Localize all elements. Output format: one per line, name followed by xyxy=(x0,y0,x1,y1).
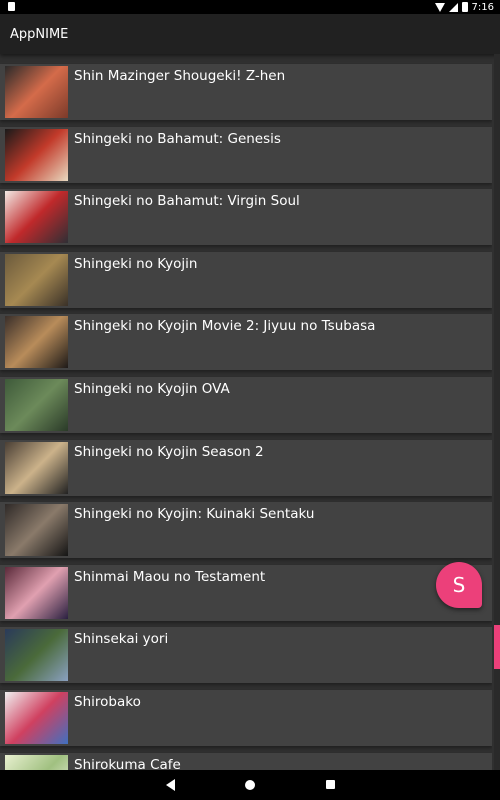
anime-list-item[interactable]: Shirobako xyxy=(0,690,492,746)
anime-title: Shirobako xyxy=(74,694,141,710)
anime-title: Shingeki no Bahamut: Genesis xyxy=(74,130,281,147)
anime-title: Shin Mazinger Shougeki! Z-hen xyxy=(74,68,286,84)
fast-scroll-letter-button[interactable]: S xyxy=(436,562,482,608)
app-bar: AppNIME xyxy=(0,14,500,54)
anime-list-item[interactable]: Shinsekai yori xyxy=(0,627,492,684)
anime-thumbnail xyxy=(5,253,68,306)
anime-title: Shingeki no Kyojin xyxy=(74,255,198,272)
anime-thumbnail xyxy=(5,566,68,619)
status-time: 7:16 xyxy=(471,1,494,13)
scrollbar[interactable] xyxy=(494,54,500,770)
anime-list-item[interactable]: Shin Mazinger Shougeki! Z-hen xyxy=(0,64,492,120)
anime-list-item[interactable]: Shingeki no Kyojin Movie 2: Jiyuu no Tsu… xyxy=(0,314,492,371)
status-bar: 7:16 xyxy=(0,0,500,14)
back-icon[interactable] xyxy=(166,779,175,791)
anime-list-item[interactable]: Shingeki no Kyojin Season 2 xyxy=(0,439,492,496)
anime-thumbnail xyxy=(5,692,68,744)
anime-thumbnail xyxy=(5,66,68,118)
status-icons: 7:16 xyxy=(434,0,494,14)
anime-title: Shinsekai yori xyxy=(74,631,169,648)
anime-list-item[interactable]: Shingeki no Kyojin OVA xyxy=(0,377,492,433)
home-icon[interactable] xyxy=(245,780,255,790)
anime-title: Shingeki no Kyojin OVA xyxy=(74,381,230,397)
signal-icon xyxy=(448,2,458,12)
anime-title: Shinmai Maou no Testament xyxy=(74,568,266,585)
anime-thumbnail xyxy=(5,316,68,369)
anime-title: Shingeki no Bahamut: Virgin Soul xyxy=(74,193,300,210)
fab-letter: S xyxy=(452,573,466,597)
anime-thumbnail xyxy=(5,504,68,557)
notification-icon xyxy=(8,2,15,11)
anime-list[interactable]: Shin Mazinger Shougeki! Z-hen Shingeki no… xyxy=(0,54,492,770)
anime-title: Shingeki no Kyojin Movie 2: Jiyuu no Tsu… xyxy=(74,318,376,335)
anime-thumbnail xyxy=(5,191,68,244)
anime-list-item[interactable]: Shingeki no Kyojin: Kuinaki Sentaku xyxy=(0,502,492,559)
anime-thumbnail xyxy=(5,754,68,770)
scrollbar-thumb[interactable] xyxy=(494,625,500,670)
anime-title: Shingeki no Kyojin: Kuinaki Sentaku xyxy=(74,506,315,523)
battery-icon xyxy=(461,2,468,12)
navigation-bar xyxy=(0,770,500,800)
anime-title: Shingeki no Kyojin Season 2 xyxy=(74,443,264,460)
anime-thumbnail xyxy=(5,441,68,494)
anime-list-item[interactable]: Shingeki no Bahamut: Genesis xyxy=(0,126,492,183)
anime-thumbnail xyxy=(5,128,68,181)
anime-list-item[interactable]: Shingeki no Bahamut: Virgin Soul xyxy=(0,189,492,246)
anime-thumbnail xyxy=(5,629,68,682)
anime-title: Shirokuma Cafe xyxy=(74,756,181,770)
anime-list-item[interactable]: Shingeki no Kyojin xyxy=(0,251,492,308)
anime-thumbnail xyxy=(5,379,68,431)
anime-list-item[interactable]: Shirokuma Cafe xyxy=(0,752,492,770)
recents-icon[interactable] xyxy=(326,780,335,789)
anime-list-item[interactable]: Shinmai Maou no Testament xyxy=(0,564,492,621)
wifi-icon xyxy=(434,2,445,12)
app-title: AppNIME xyxy=(10,26,69,42)
